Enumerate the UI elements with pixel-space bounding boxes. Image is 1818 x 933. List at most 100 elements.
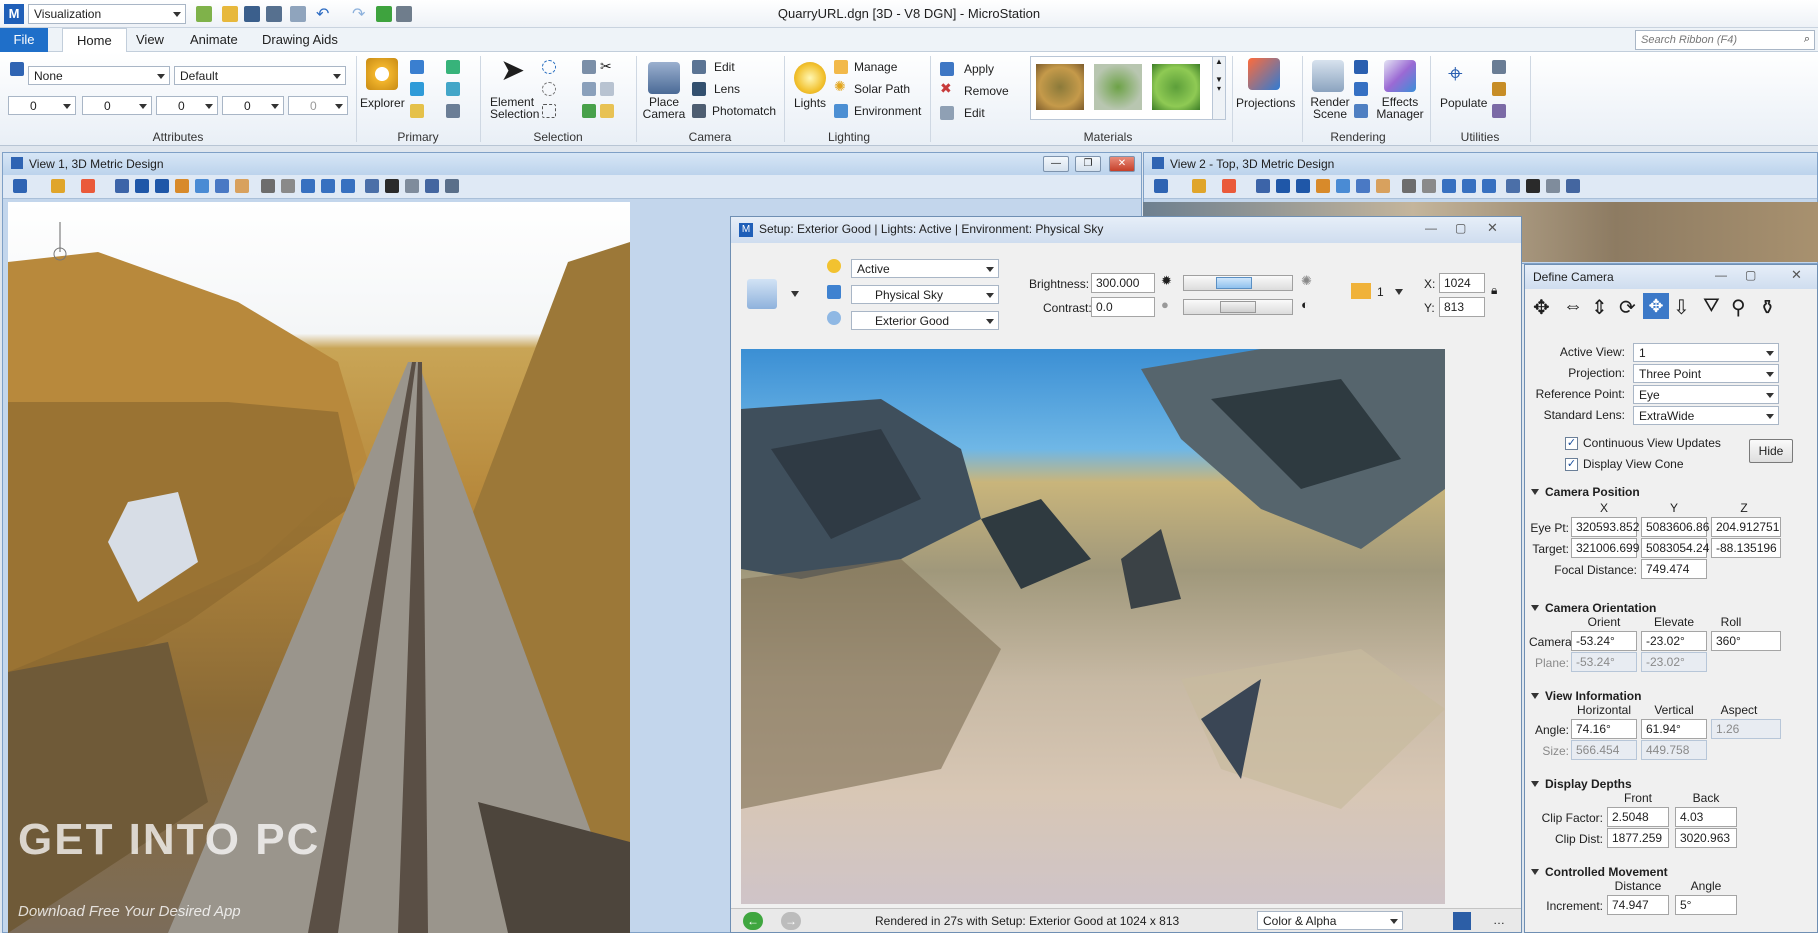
display-style-icon[interactable] (1192, 179, 1206, 193)
tab-drawing-aids[interactable]: Drawing Aids (248, 28, 352, 52)
collapse-icon[interactable] (1531, 693, 1539, 699)
render-scene-icon[interactable] (1312, 60, 1344, 92)
update-view-icon[interactable] (1256, 179, 1270, 193)
lighting-icon[interactable] (81, 179, 95, 193)
camera-move-icon[interactable]: ✥ (1643, 293, 1669, 319)
effects-manager-icon[interactable] (1384, 60, 1416, 92)
materials-edit-label[interactable]: Edit (964, 106, 985, 120)
camera-rotate-icon[interactable]: ⟳ (1619, 295, 1636, 320)
contrast-field[interactable]: 0.0 (1091, 297, 1155, 317)
view-attributes-icon[interactable] (13, 179, 27, 193)
define-camera-dialog[interactable]: Define Camera — ▢ ✕ ✥ ⇔ ⇕ ⟳ ✥ ⇩ ⛛ ⚲ ⚱ Ac… (1524, 264, 1818, 933)
remove-material-icon[interactable]: ✖ (940, 80, 952, 97)
models-icon[interactable] (410, 60, 424, 74)
line-style-select[interactable]: 0 (156, 96, 218, 115)
controlled-movement-header[interactable]: Controlled Movement (1545, 865, 1668, 879)
gallery-scroll[interactable]: ▲ ▼ ▾ (1212, 56, 1226, 120)
collapse-icon[interactable] (1531, 869, 1539, 875)
zoom-in-icon[interactable] (1276, 179, 1290, 193)
copy-icon[interactable] (600, 82, 614, 96)
rotate-view-icon[interactable] (1356, 179, 1370, 193)
lens-icon[interactable] (692, 82, 706, 96)
brightness-field[interactable]: 300.000 (1091, 273, 1155, 293)
copy-view-icon[interactable] (1482, 179, 1496, 193)
roll-field[interactable]: 360° (1711, 631, 1781, 651)
select-all-icon[interactable] (582, 60, 596, 74)
clip-distance-back-field[interactable]: 3020.963 (1675, 828, 1737, 848)
eye-x-field[interactable]: 320593.852 (1571, 517, 1639, 537)
lights-select[interactable]: Active (851, 259, 999, 278)
utility-tool-icon[interactable] (1492, 60, 1506, 74)
element-selection-label[interactable]: Element Selection (490, 96, 539, 120)
manage-label[interactable]: Manage (854, 60, 897, 74)
select-fence-icon[interactable] (542, 82, 556, 96)
camera-view-icon[interactable] (385, 179, 399, 193)
place-camera-label[interactable]: Place Camera (642, 96, 686, 120)
render-icon[interactable] (1546, 179, 1560, 193)
camera-pair-icon[interactable]: ⚱ (1759, 295, 1776, 320)
fly-icon[interactable] (281, 179, 295, 193)
close-button[interactable]: ✕ (1791, 267, 1802, 283)
level-select[interactable]: None (28, 66, 170, 85)
maximize-button[interactable]: ▢ (1455, 221, 1466, 235)
render-scene-label[interactable]: Render Scene (1310, 96, 1350, 120)
manage-lights-icon[interactable] (834, 60, 848, 74)
select-block-icon[interactable] (542, 104, 556, 118)
increment-distance-field[interactable]: 74.947 (1607, 895, 1669, 915)
display-depths-header[interactable]: Display Depths (1545, 777, 1632, 791)
render-mode-icon[interactable] (747, 279, 777, 309)
minimize-button[interactable]: — (1425, 221, 1437, 235)
target-x-field[interactable]: 321006.699 (1571, 538, 1639, 558)
brightness-slider[interactable] (1183, 275, 1293, 291)
view-number-dropdown[interactable] (1395, 289, 1403, 295)
fit-view-icon[interactable] (195, 179, 209, 193)
rotate-view-icon[interactable] (215, 179, 229, 193)
raster-icon[interactable] (446, 82, 460, 96)
render-mode-dropdown[interactable] (791, 291, 799, 297)
eye-z-field[interactable]: 204.912751 (1711, 517, 1781, 537)
photomatch-label[interactable]: Photomatch (712, 104, 776, 118)
edit-material-icon[interactable] (940, 106, 954, 120)
clip-distance-front-field[interactable]: 1877.259 (1607, 828, 1669, 848)
projections-label[interactable]: Projections (1236, 96, 1295, 110)
collapse-icon[interactable] (1531, 605, 1539, 611)
setup-title-bar[interactable]: Setup: Exterior Good | Lights: Active | … (731, 217, 1521, 243)
render-tools-icon[interactable] (1354, 82, 1368, 96)
camera-title-bar[interactable]: Define Camera (1525, 265, 1817, 289)
tab-animate[interactable]: Animate (176, 28, 252, 52)
place-camera-icon[interactable] (648, 62, 680, 94)
elevate-field[interactable]: -23.02° (1641, 631, 1707, 651)
contrast-slider[interactable] (1183, 299, 1293, 315)
fly-icon[interactable] (1422, 179, 1436, 193)
focal-distance-field[interactable]: 749.474 (1641, 559, 1707, 579)
resolution-y-field[interactable]: 813 (1439, 297, 1485, 317)
zoom-out-icon[interactable] (1296, 179, 1310, 193)
explorer-label[interactable]: Explorer (360, 96, 405, 110)
collapse-icon[interactable] (1531, 489, 1539, 495)
environment-select[interactable]: Physical Sky (851, 285, 999, 304)
render-queue-icon[interactable] (1354, 104, 1368, 118)
camera-edit-label[interactable]: Edit (714, 60, 735, 74)
save-image-icon[interactable] (1453, 912, 1471, 930)
standard-lens-select[interactable]: ExtraWide (1633, 406, 1779, 425)
forward-icon[interactable]: → (781, 912, 801, 930)
apply-material-icon[interactable] (940, 62, 954, 76)
more-options-icon[interactable]: … (1493, 913, 1505, 927)
fit-view-icon[interactable] (1336, 179, 1350, 193)
projection-select[interactable]: Three Point (1633, 364, 1779, 383)
vertical-angle-field[interactable]: 61.94° (1641, 719, 1707, 739)
camera-position-header[interactable]: Camera Position (1545, 485, 1640, 499)
hide-button[interactable]: Hide (1749, 439, 1793, 463)
material-swatch[interactable] (1152, 64, 1200, 110)
continuous-updates-checkbox[interactable]: ✓ (1565, 437, 1578, 450)
transparency-select[interactable]: 0 (288, 96, 348, 115)
pan-view-icon[interactable] (235, 179, 249, 193)
paste-icon[interactable] (600, 104, 614, 118)
line-weight-select[interactable]: 0 (82, 96, 152, 115)
resolution-x-field[interactable]: 1024 (1439, 273, 1485, 293)
environment-label[interactable]: Environment (854, 104, 921, 118)
maximize-button[interactable]: ▢ (1745, 268, 1756, 282)
populate-icon[interactable]: ⌖ (1448, 58, 1463, 90)
orient-field[interactable]: -53.24° (1571, 631, 1637, 651)
color-select[interactable]: 0 (8, 96, 76, 115)
